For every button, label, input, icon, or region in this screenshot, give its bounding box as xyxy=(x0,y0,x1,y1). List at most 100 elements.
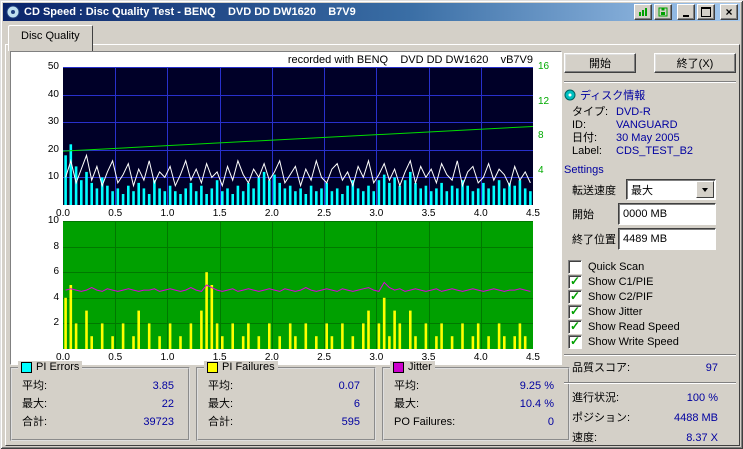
end-position-input[interactable] xyxy=(618,228,716,250)
start-position-input[interactable] xyxy=(618,203,716,225)
axis-label: 8 xyxy=(538,130,544,141)
checkbox-box[interactable] xyxy=(568,259,582,274)
info-label: ID: xyxy=(572,119,587,131)
axis-label: 10 xyxy=(47,171,59,183)
stat-value: 0.07 xyxy=(338,380,360,392)
axis-label: 50 xyxy=(47,61,59,72)
progress-value: 100 % xyxy=(686,392,718,404)
settings-title: Settings xyxy=(564,164,736,176)
graph-icon xyxy=(639,8,647,16)
progress-label: 進行状況: xyxy=(572,392,620,404)
axis-label: 16 xyxy=(538,61,550,72)
stat-label: 最大: xyxy=(394,398,420,410)
quality-score-value: 97 xyxy=(705,362,718,374)
stats-group-jitter: Jitter 平均: 9.25 % 最大: 10.4 % PO Failures: 0 xyxy=(382,361,570,441)
app-window: CD Speed : Disc Quality Test - BENQ DVD … xyxy=(0,0,743,449)
minimize-button[interactable] xyxy=(677,4,695,20)
speed-row: 速度: 8.37 X xyxy=(572,428,736,448)
disc-info-title: ディスク情報 xyxy=(564,87,736,103)
info-label: タイプ: xyxy=(572,106,609,118)
stats-group-pi-failures: PI Failures 平均: 0.07 最大: 6 合計: 595 xyxy=(196,361,376,441)
stat-row: 最大: 10.4 % xyxy=(384,395,568,413)
stat-row: 平均: 9.25 % xyxy=(384,377,568,395)
minimize-icon xyxy=(683,14,689,17)
start-button[interactable]: 開始 xyxy=(564,53,636,73)
stat-label: 最大: xyxy=(208,398,234,410)
group-title-label: PI Errors xyxy=(36,361,80,373)
sidebar: 開始 終了(X) ディスク情報 タイプ: DVD-R ID: VANGUARD 日付… xyxy=(564,49,736,444)
axis-label: 4.5 xyxy=(526,208,540,219)
stat-label: 最大: xyxy=(22,398,48,410)
axis-label: 8 xyxy=(53,240,59,252)
close-icon: × xyxy=(725,5,733,19)
stat-label: 合計: xyxy=(22,416,48,428)
stat-row: 合計: 595 xyxy=(198,413,374,431)
axis-label: 10 xyxy=(47,215,59,226)
axis-label: 2.0 xyxy=(264,208,279,219)
axis-label: 1.0 xyxy=(160,352,175,363)
titlebar[interactable]: CD Speed : Disc Quality Test - BENQ DVD … xyxy=(3,3,740,21)
axis-label: 0.5 xyxy=(108,352,123,363)
stat-value: 595 xyxy=(341,416,360,428)
checkbox-show-read-speed[interactable]: Show Read Speed xyxy=(568,319,736,334)
axis-label: 6 xyxy=(53,266,59,278)
stat-label: 合計: xyxy=(208,416,234,428)
group-title-label: Jitter xyxy=(408,361,432,373)
speed-value: 8.37 X xyxy=(686,432,718,444)
quality-score-row: 品質スコア: 97 xyxy=(572,360,736,377)
info-label: 日付: xyxy=(572,132,598,144)
checkbox-show-jitter[interactable]: Show Jitter xyxy=(568,304,736,319)
group-title: Jitter xyxy=(390,361,435,373)
stat-label: 平均: xyxy=(22,380,48,392)
graph-window-button[interactable] xyxy=(634,4,652,20)
checkbox-box[interactable] xyxy=(568,289,582,304)
axis-label: 40 xyxy=(47,88,59,100)
close-button[interactable]: × xyxy=(720,4,738,20)
maximize-button[interactable] xyxy=(697,4,715,20)
disc-info-title-label: ディスク情報 xyxy=(580,90,646,102)
speed-select-arrow-button[interactable] xyxy=(696,181,714,198)
chart-header-text: recorded with BENQ DVD DD DW1620 vB7V9 xyxy=(287,54,533,66)
tab-disc-quality[interactable]: Disc Quality xyxy=(8,25,93,51)
pi-failures-jitter-svg xyxy=(63,221,533,349)
checkbox-show-write-speed[interactable]: Show Write Speed xyxy=(568,334,736,349)
tab-label: Disc Quality xyxy=(21,30,80,42)
axis-label: 2.5 xyxy=(317,352,332,363)
axis-label: 4.0 xyxy=(473,352,488,363)
checkbox-label: Show Write Speed xyxy=(588,335,679,348)
settings-title-label: Settings xyxy=(564,164,604,176)
checkbox-quick-scan[interactable]: Quick Scan xyxy=(568,259,736,274)
checkbox-show-c1-pie[interactable]: Show C1/PIE xyxy=(568,274,736,289)
axis-label: 2 xyxy=(53,317,59,329)
maximize-icon xyxy=(701,7,711,17)
disc-info-row: 日付: 30 May 2005 xyxy=(564,132,736,145)
pi-errors-speed-svg xyxy=(63,67,533,205)
speed-select[interactable]: 最大 xyxy=(626,179,716,200)
pi-errors-chart xyxy=(63,67,533,205)
group-title: PI Errors xyxy=(18,361,83,373)
stat-row: 合計: 39723 xyxy=(12,413,188,431)
checkbox-label: Show C1/PIE xyxy=(588,275,654,288)
end-position-label: 終了位置 xyxy=(572,234,616,246)
checkbox-box[interactable] xyxy=(568,304,582,319)
checkbox-label: Show Read Speed xyxy=(588,320,680,333)
info-label: Label: xyxy=(572,145,602,157)
checkbox-box[interactable] xyxy=(568,274,582,289)
stat-value: 6 xyxy=(353,398,360,410)
stat-value: 0 xyxy=(547,416,554,428)
save-window-button[interactable] xyxy=(654,4,672,20)
disc-info-row: Label: CDS_TEST_B2 xyxy=(564,145,736,158)
stat-row: 平均: 0.07 xyxy=(198,377,374,395)
checkbox-box[interactable] xyxy=(568,319,582,334)
transfer-speed-label: 転送速度 xyxy=(572,184,616,197)
info-value: 30 May 2005 xyxy=(616,132,680,144)
start-position-label: 開始 xyxy=(572,209,594,221)
exit-button[interactable]: 終了(X) xyxy=(654,53,736,73)
app-icon xyxy=(6,5,20,19)
checkbox-box[interactable] xyxy=(568,334,582,349)
checkbox-show-c2-pif[interactable]: Show C2/PIF xyxy=(568,289,736,304)
save-icon xyxy=(658,7,668,17)
pi-errors-swatch xyxy=(21,361,32,373)
stat-row: 最大: 6 xyxy=(198,395,374,413)
stat-value: 22 xyxy=(161,398,174,410)
